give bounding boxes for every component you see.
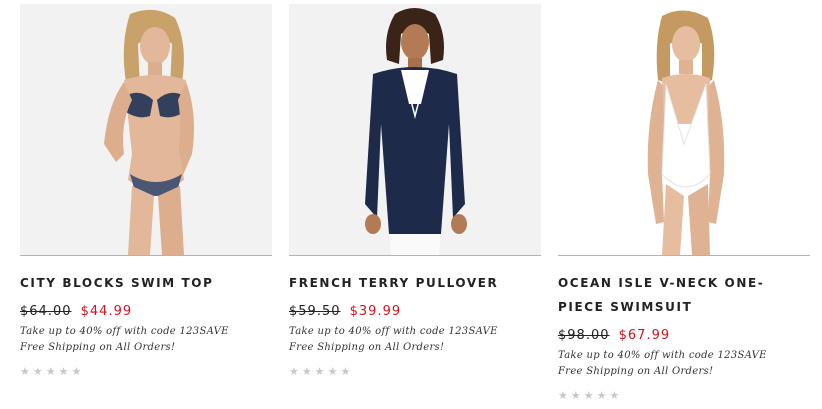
product-card[interactable]: FRENCH TERRY PULLOVER $59.50 $39.99 Take… — [289, 4, 541, 402]
rating-stars: ★★★★★ — [289, 365, 354, 378]
promo-text: Take up to 40% off with code 123SAVE Fre… — [289, 324, 541, 356]
rating-stars: ★★★★★ — [558, 389, 623, 402]
price-row: $64.00 $44.99 — [20, 304, 272, 319]
promo-code-text: Take up to 40% off with code 123SAVE — [558, 350, 767, 361]
product-title[interactable]: FRENCH TERRY PULLOVER — [289, 271, 541, 295]
shipping-text: Free Shipping on All Orders! — [558, 366, 714, 377]
sale-price: $44.99 — [80, 304, 133, 319]
original-price: $59.50 — [289, 304, 341, 319]
promo-text: Take up to 40% off with code 123SAVE Fre… — [558, 348, 810, 380]
swimsuit-model-image — [647, 10, 725, 255]
product-card[interactable]: CITY BLOCKS SWIM TOP $64.00 $44.99 Take … — [20, 4, 272, 402]
product-card[interactable]: OCEAN ISLE V-NECK ONE-PIECE SWIMSUIT $98… — [558, 4, 810, 402]
product-image[interactable] — [20, 4, 272, 256]
shipping-text: Free Shipping on All Orders! — [289, 342, 445, 353]
promo-code-text: Take up to 40% off with code 123SAVE — [20, 326, 229, 337]
rating-stars: ★★★★★ — [20, 365, 85, 378]
original-price: $98.00 — [558, 328, 610, 343]
pullover-model-image — [365, 8, 467, 255]
product-title[interactable]: CITY BLOCKS SWIM TOP — [20, 271, 272, 295]
original-price: $64.00 — [20, 304, 72, 319]
shipping-text: Free Shipping on All Orders! — [20, 342, 176, 353]
sale-price: $39.99 — [349, 304, 402, 319]
product-image[interactable] — [289, 4, 541, 256]
product-grid: CITY BLOCKS SWIM TOP $64.00 $44.99 Take … — [20, 4, 810, 402]
product-title[interactable]: OCEAN ISLE V-NECK ONE-PIECE SWIMSUIT — [558, 271, 810, 319]
product-image[interactable] — [558, 4, 810, 256]
swim-top-model-image — [104, 9, 194, 255]
price-row: $98.00 $67.99 — [558, 328, 810, 343]
sale-price: $67.99 — [618, 328, 671, 343]
price-row: $59.50 $39.99 — [289, 304, 541, 319]
promo-text: Take up to 40% off with code 123SAVE Fre… — [20, 324, 272, 356]
promo-code-text: Take up to 40% off with code 123SAVE — [289, 326, 498, 337]
